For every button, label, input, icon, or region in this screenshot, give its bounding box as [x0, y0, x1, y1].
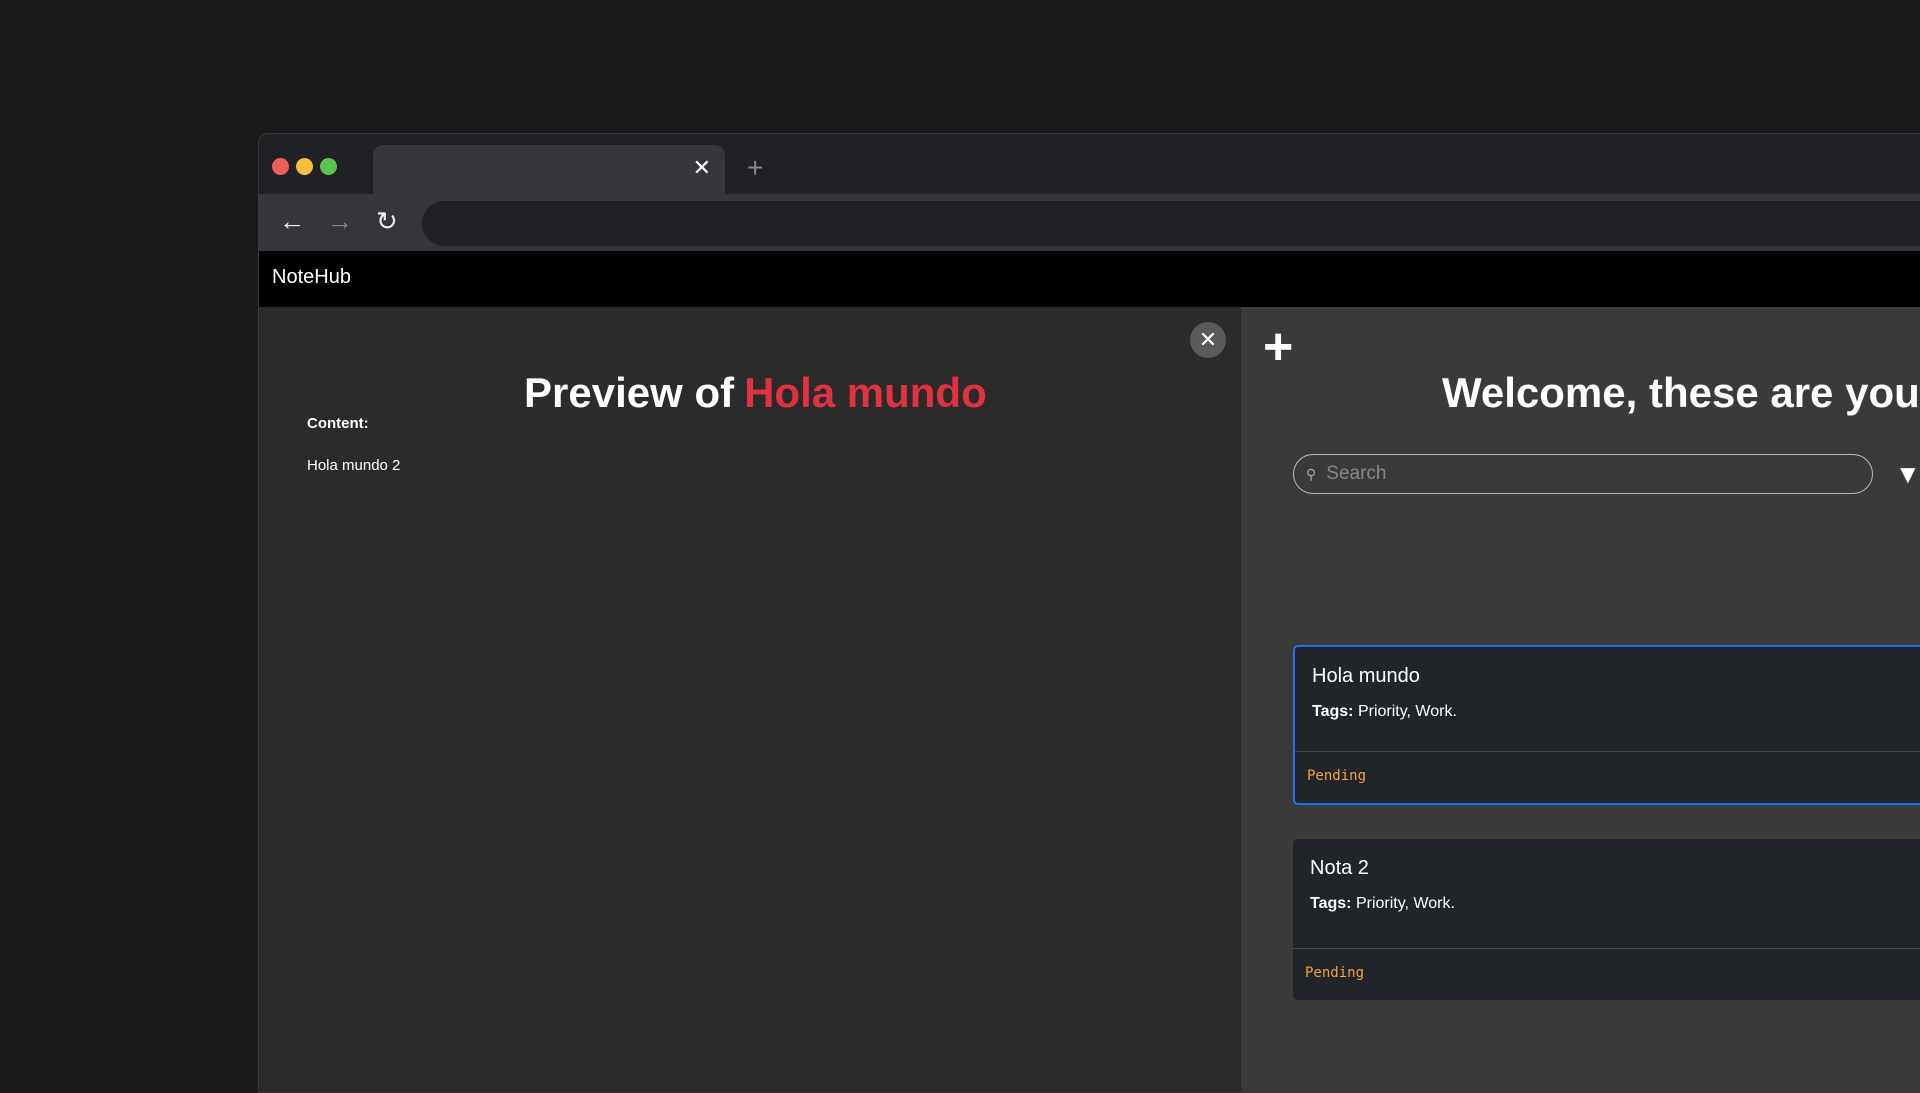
preview-note-title: Hola mundo: [744, 369, 987, 416]
preview-title: Preview of Hola mundo: [259, 369, 1241, 417]
address-bar[interactable]: [422, 201, 1920, 246]
tags-value: Priority, Work.: [1357, 703, 1457, 720]
status-badge: Pending: [1307, 768, 1367, 784]
welcome-heading: Welcome, these are your notes: [1442, 369, 1920, 416]
tags-label: Tags:: [1310, 895, 1352, 912]
search-icon: ⚲: [1306, 465, 1317, 482]
minimize-window-button[interactable]: [296, 158, 313, 175]
reload-icon[interactable]: ↻: [376, 206, 398, 237]
brand-logo[interactable]: NoteHub: [272, 266, 351, 289]
maximize-window-button[interactable]: [320, 158, 337, 175]
content-text: Hola mundo 2: [307, 457, 401, 474]
preview-title-prefix: Preview of: [524, 369, 735, 416]
new-tab-button[interactable]: +: [747, 152, 763, 184]
browser-window: ✕ + ← → ↻ NoteHub ✕ Preview of Hola mundo…: [258, 133, 1920, 1093]
preview-panel: ✕ Preview of Hola mundo Content: Hola mun…: [259, 307, 1241, 1092]
browser-tab[interactable]: ✕: [373, 145, 725, 194]
tab-close-icon[interactable]: ✕: [693, 155, 711, 181]
note-card[interactable]: Nota 2 Tags: Priority, Work. Pending: [1293, 839, 1920, 1000]
notes-panel: + Welcome, these are your notes ⚲Search …: [1241, 307, 1920, 1092]
note-title: Nota 2: [1310, 857, 1369, 879]
note-card[interactable]: Hola mundo Tags: Priority, Work. Pending: [1293, 645, 1920, 805]
search-placeholder: Search: [1326, 463, 1387, 484]
filter-icon[interactable]: ▼: [1895, 459, 1920, 490]
back-arrow-icon[interactable]: ←: [279, 206, 305, 237]
status-badge: Pending: [1305, 965, 1365, 981]
close-preview-button[interactable]: ✕: [1190, 322, 1226, 358]
search-input[interactable]: ⚲ Search: [1293, 454, 1873, 494]
browser-toolbar: ← → ↻: [259, 194, 1920, 251]
tags-label: Tags:: [1312, 703, 1354, 720]
note-footer: Pending: [1295, 751, 1920, 803]
tags-value: Priority, Work.: [1355, 895, 1455, 912]
app-navbar: NoteHub: [259, 251, 1920, 307]
content-label: Content:: [307, 415, 369, 432]
add-note-button[interactable]: +: [1263, 321, 1293, 373]
note-title: Hola mundo: [1312, 665, 1420, 687]
forward-arrow-icon[interactable]: →: [327, 206, 353, 237]
close-window-button[interactable]: [272, 158, 289, 175]
note-footer: Pending: [1293, 948, 1920, 1000]
note-tags: Tags: Priority, Work.: [1310, 895, 1455, 913]
note-tags: Tags: Priority, Work.: [1312, 703, 1457, 721]
